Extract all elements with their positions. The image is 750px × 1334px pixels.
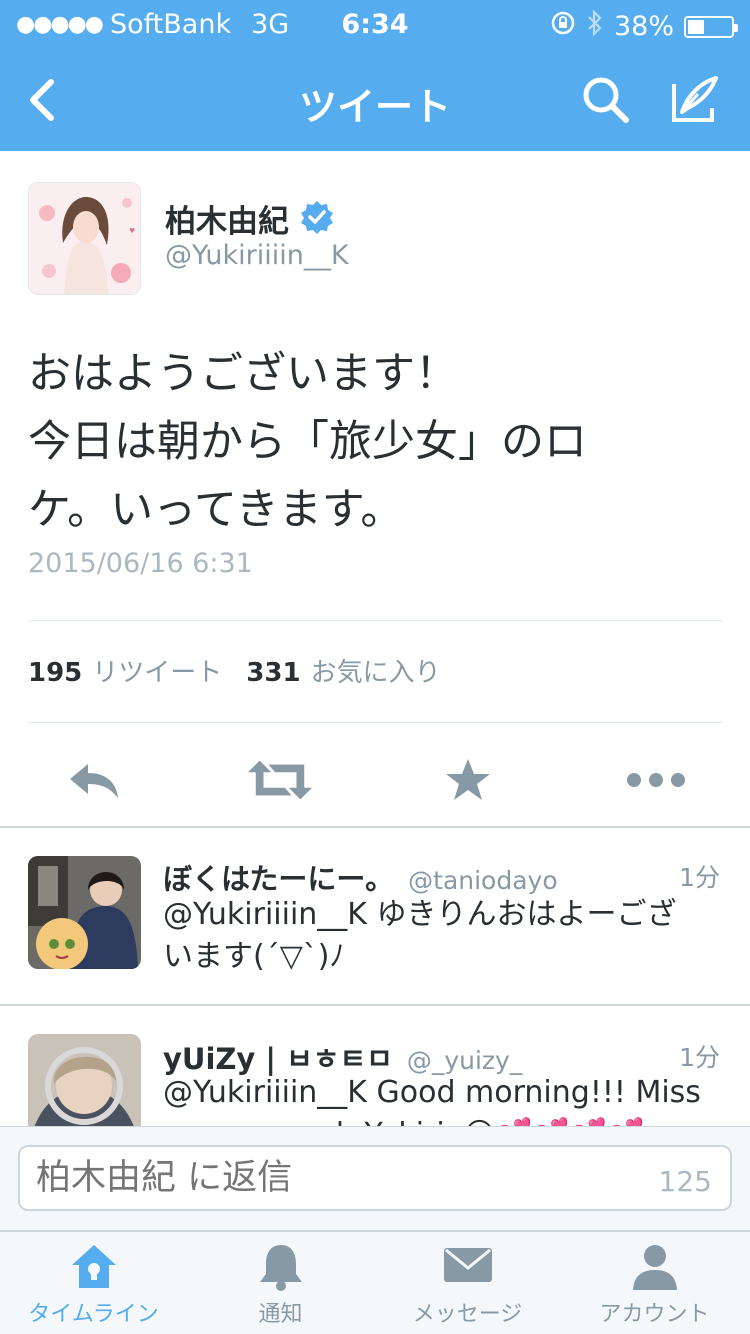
author-avatar[interactable]: ♥ [28,182,141,295]
home-icon [0,1242,187,1292]
tab-timeline[interactable]: タイムライン [0,1232,187,1334]
more-button[interactable] [624,748,688,812]
retweet-icon [248,760,312,800]
envelope-icon [374,1242,561,1292]
author-handle[interactable]: @Yukiriiiin__K [165,240,349,271]
svg-text:♥: ♥ [129,227,135,235]
tweet-actions [0,740,750,820]
author-name[interactable]: 柏木由紀 [165,196,289,241]
retweet-label[interactable]: リツイート [92,652,222,689]
bluetooth-icon [586,9,604,44]
top-bar: ●●●●● SoftBank 3G 6:34 38% ツイート [0,0,750,151]
rotation-lock-icon [550,10,576,43]
avatar[interactable] [28,856,141,969]
tab-label: 通知 [258,1302,303,1327]
tweet-line: 今日は朝から「旅少女」のロ [28,417,587,467]
favorite-count[interactable]: 331 [246,658,300,688]
reply-item[interactable]: ぼくはたーにー。 @taniodayo 1分 @Yukiriiiin__K ゆきり… [0,840,750,1004]
divider [28,620,722,621]
reply-icon [70,764,118,798]
tab-messages[interactable]: メッセージ [374,1232,561,1334]
status-bar: ●●●●● SoftBank 3G 6:34 38% [0,0,750,50]
tweet-line: おはようございます！ [28,349,458,399]
star-icon [446,759,490,800]
compose-button[interactable] [666,72,722,128]
reply-author-handle[interactable]: @_yuizy_ [407,1046,523,1075]
tweet-stats: 195 リツイート 331 お気に入り [28,652,441,689]
favorite-label[interactable]: お気に入り [311,652,441,689]
navigation-bar: ツイート [0,50,750,151]
tweet-timestamp: 2015/06/16 6:31 [28,548,253,579]
bell-icon [187,1242,374,1292]
reply-line: @Yukiriiiin__K Good morning!!! Miss [163,1075,701,1110]
avatar[interactable] [28,1034,141,1126]
reply-composer: 125 [0,1126,750,1230]
reply-author: ぼくはたーにー。 @taniodayo [163,856,558,898]
verified-badge-icon [299,199,335,239]
reply-button[interactable] [62,748,126,812]
reply-input[interactable] [18,1145,732,1211]
reply-author-name[interactable]: ぼくはたーにー。 [163,862,394,896]
page-title: ツイート [298,85,451,129]
tab-notifications[interactable]: 通知 [187,1232,374,1334]
character-count: 125 [658,1165,712,1198]
reply-line: you so much Yukirin😊💕💕💕💕 [163,1114,723,1126]
reply-line: @Yukiriiiin__K ゆきりんおはよーござ [163,897,677,932]
retweet-count[interactable]: 195 [28,658,82,688]
search-button[interactable] [578,72,634,128]
battery-icon [684,15,738,38]
reply-time: 1分 [679,863,720,892]
tab-bar: タイムライン 通知 メッセージ アカウント [0,1230,750,1334]
reply-author-handle[interactable]: @taniodayo [408,866,558,895]
reply-author-name[interactable]: yUiZy | ㅂㅎㅌㅁ [163,1042,393,1076]
reply-time: 1分 [679,1043,720,1072]
tab-label: アカウント [599,1302,710,1327]
reply-line: います(´▽`)ﾉ [163,939,345,974]
retweet-button[interactable] [248,748,312,812]
divider [28,722,722,723]
tab-label: タイムライン [28,1302,159,1327]
battery-level [688,19,704,34]
tab-label: メッセージ [412,1302,523,1327]
search-icon [583,77,629,123]
tab-account[interactable]: アカウント [561,1232,748,1334]
person-icon [561,1242,748,1292]
tweet-text: おはようございます！ 今日は朝から「旅少女」のロ ケ。いってきます。 [28,340,728,544]
status-right: 38% [550,9,738,44]
reply-item[interactable]: yUiZy | ㅂㅎㅌㅁ @_yuizy_ 1分 @Yukiriiiin__K G… [0,1006,750,1126]
favorite-button[interactable] [436,748,500,812]
compose-icon [672,76,718,122]
author-name-row: 柏木由紀 [165,196,335,241]
more-icon [627,773,685,787]
battery-percent: 38% [613,11,674,42]
tweet-line: ケ。いってきます。 [28,485,404,535]
reply-text: @Yukiriiiin__K ゆきりんおはよーござ います(´▽`)ﾉ [163,894,723,978]
reply-text: @Yukiriiiin__K Good morning!!! Miss you … [163,1072,723,1126]
